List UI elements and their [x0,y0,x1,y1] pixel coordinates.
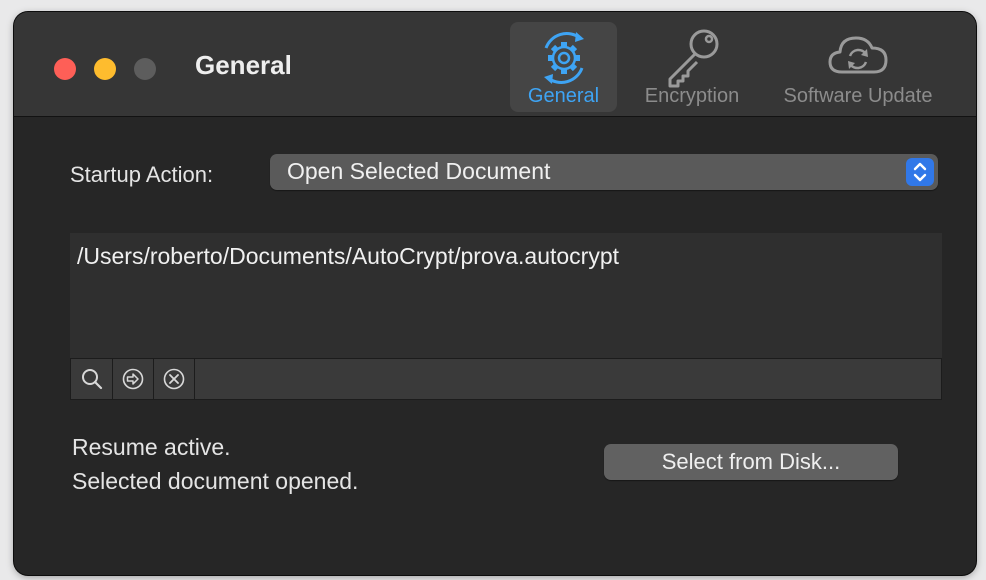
startup-action-popup[interactable]: Open Selected Document [270,154,938,190]
search-button[interactable] [71,359,113,399]
tab-software-update-label: Software Update [783,85,933,107]
document-path-field[interactable]: /Users/roberto/Documents/AutoCrypt/prova… [70,233,942,358]
minimize-window-button[interactable] [94,58,116,80]
reveal-button[interactable] [112,359,154,399]
chevron-updown-icon [913,162,927,182]
cloud-sync-icon [828,36,888,74]
key-icon [668,29,719,88]
tab-encryption[interactable]: Encryption [628,22,756,112]
status-line-2: Selected document opened. [72,468,359,494]
clear-icon [163,368,185,390]
startup-action-value: Open Selected Document [287,158,551,184]
window-title: General [195,50,292,80]
popup-stepper [906,158,934,186]
clear-button[interactable] [153,359,195,399]
gear-icon [543,32,584,84]
select-from-disk-button[interactable]: Select from Disk... [604,444,898,480]
document-path-text: /Users/roberto/Documents/AutoCrypt/prova… [77,243,620,269]
toolbar: General General Encryption Software Upda… [14,12,976,117]
tab-general[interactable]: General [510,22,617,112]
startup-action-label: Startup Action: [70,162,214,187]
close-window-button[interactable] [54,58,76,80]
reveal-arrow-icon [122,368,144,390]
tab-software-update[interactable]: Software Update [768,22,948,112]
status-line-1: Resume active. [72,434,231,460]
path-action-bar [70,358,942,400]
tab-general-label: General [527,85,600,107]
zoom-window-button[interactable] [134,58,156,80]
preferences-window: General General Encryption Software Upda… [14,12,976,575]
tab-encryption-label: Encryption [644,85,740,107]
search-icon [82,369,103,390]
